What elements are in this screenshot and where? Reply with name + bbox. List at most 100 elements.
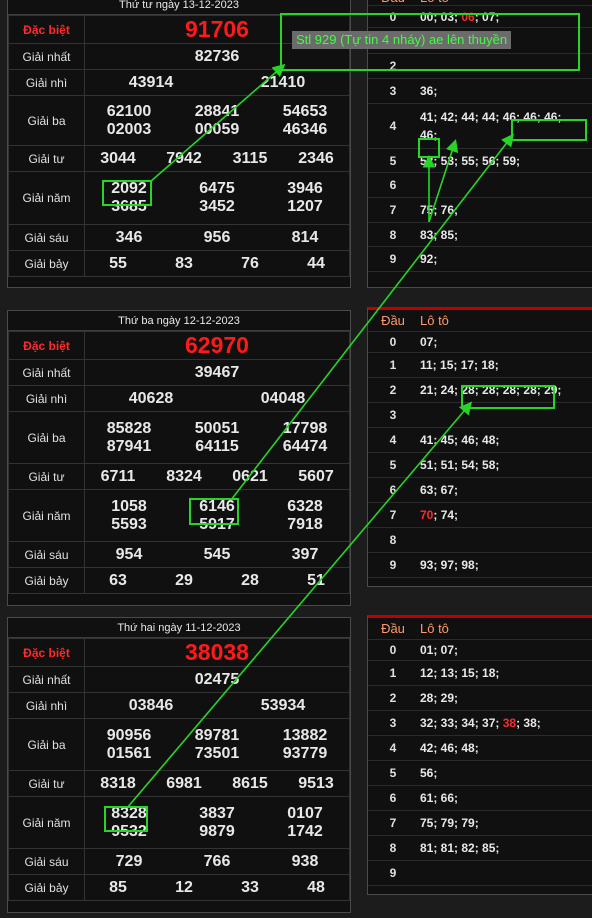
- prize-number: 766: [203, 852, 231, 870]
- highlight-box-8328: [104, 806, 148, 832]
- loto-number: 93; 97; 98;: [420, 558, 479, 572]
- loto-dau: 9: [389, 558, 397, 572]
- prize-number: 33: [241, 878, 259, 896]
- prize-label: Giải năm: [8, 796, 85, 849]
- loto-row-6: 6 63; 67;: [368, 478, 592, 503]
- prize-number: 02475: [194, 670, 240, 688]
- prize-number: 7918: [287, 515, 323, 533]
- prize-row-giai-nhi: Giải nhì 40628 04048: [8, 385, 350, 412]
- loto-values: 07;: [418, 335, 592, 349]
- prize-row-giai-nhi: Giải nhì 43914 21410: [8, 69, 350, 96]
- loto-number: 11; 15; 17; 18;: [420, 358, 499, 372]
- prize-number: 2346: [298, 149, 334, 167]
- loto-dau: 0: [389, 335, 397, 349]
- highlight-box-loto-46-line2: [418, 138, 440, 158]
- prize-number: 814: [291, 228, 319, 246]
- loto-dau: 7: [389, 508, 397, 522]
- prize-label: Giải nhất: [8, 359, 85, 386]
- prize-number: 8615: [232, 774, 268, 792]
- prize-number: 3837: [199, 804, 235, 822]
- loto-row-5: 5 51; 51; 54; 58;: [368, 453, 592, 478]
- results-table: Đặc biệt 38038 Giải nhất 02475 Giải nhì 03846…: [8, 638, 350, 901]
- prize-label: Giải sáu: [8, 541, 85, 568]
- highlight-box-2092: [102, 180, 152, 206]
- prize-number: 54653: [282, 102, 328, 120]
- prize-number: 44: [307, 254, 325, 272]
- prize-number: 03846: [128, 696, 174, 714]
- prize-number: 29: [175, 571, 193, 589]
- prize-number: 0621: [232, 467, 268, 485]
- loto-row-9: 9 93; 97; 98;: [368, 553, 592, 578]
- prize-row-giai-nam: Giải năm 8328 3837 0107 9532 9879 1742: [8, 796, 350, 849]
- annotation-box: Stl 929 (Tự tin 4 nháy) ae lên thuyền: [280, 13, 580, 71]
- results-panel-day2: Thứ ba ngày 12-12-2023 Đặc biệt 62970 Giải…: [7, 310, 351, 606]
- loto-dau: 4: [389, 741, 397, 755]
- prize-values: 346 956 814: [84, 224, 350, 251]
- prize-row-giai-ba: Giải ba 85828 50051 17798 87941 64115 64474: [8, 411, 350, 464]
- loto-header-loto: Lô tô: [420, 621, 449, 636]
- prize-values: 63 29 28 51: [84, 567, 350, 594]
- loto-row-0: 0 01; 07;: [368, 640, 592, 661]
- prize-label: Giải bảy: [8, 250, 85, 277]
- prize-number: 93779: [282, 744, 328, 762]
- prize-number: 5607: [298, 467, 334, 485]
- prize-number: 87941: [106, 437, 152, 455]
- prize-number: 83: [175, 254, 193, 272]
- prize-label: Giải bảy: [8, 567, 85, 594]
- loto-row-5: 5 52; 53; 55; 56; 59;: [368, 149, 592, 173]
- prize-row-giai-nhat: Giải nhất 39467: [8, 359, 350, 386]
- loto-row-3: 3 36;: [368, 79, 592, 104]
- prize-number: 76: [241, 254, 259, 272]
- prize-row-giai-tu: Giải tư 6711 8324 0621 5607: [8, 463, 350, 490]
- prize-label: Giải nhì: [8, 692, 85, 719]
- loto-number: 12; 13; 15; 18;: [420, 666, 500, 680]
- loto-dau: 9: [389, 866, 397, 880]
- prize-number: 01561: [106, 744, 152, 762]
- prize-row-giai-ba: Giải ba 90956 89781 13882 01561 73501 93779: [8, 718, 350, 771]
- prize-row-giai-nam: Giải năm 2092 6475 3946 3685 3452 1207: [8, 171, 350, 225]
- loto-number: 75; 79; 79;: [420, 816, 479, 830]
- loto-dau: 6: [389, 791, 397, 805]
- loto-row-6: 6 61; 66;: [368, 786, 592, 811]
- prize-values: 03846 53934: [84, 692, 350, 719]
- prize-values: 90956 89781 13882 01561 73501 93779: [84, 718, 350, 771]
- prize-number: 64115: [195, 437, 239, 455]
- loto-values: 41; 45; 46; 48;: [418, 433, 592, 447]
- loto-values: 52; 53; 55; 56; 59;: [418, 154, 592, 168]
- day-title: Thứ ba ngày 12-12-2023: [8, 311, 350, 331]
- loto-number: 42; 46; 48;: [420, 741, 479, 755]
- prize-number: 40628: [128, 389, 174, 407]
- loto-dau: 3: [389, 716, 397, 730]
- loto-values: 81; 81; 82; 85;: [418, 841, 592, 855]
- prize-number: 62100: [106, 102, 152, 120]
- prize-number: 13882: [282, 726, 328, 744]
- prize-number: 12: [175, 878, 193, 896]
- prize-values: 3044 7942 3115 2346: [84, 145, 350, 172]
- loto-dau: 8: [389, 533, 397, 547]
- prize-number: 8324: [166, 467, 202, 485]
- prize-number: 90956: [106, 726, 152, 744]
- loto-header: Đầu Lô tô: [368, 310, 592, 332]
- loto-row-8: 8 83; 85;: [368, 223, 592, 247]
- prize-number: 9513: [298, 774, 334, 792]
- loto-values: 75; 76;: [418, 203, 592, 217]
- prize-label: Giải ba: [8, 95, 85, 146]
- prize-number: 6475: [199, 180, 235, 197]
- loto-number: 32; 33; 34; 37;: [420, 716, 503, 730]
- loto-values: 32; 33; 34; 37; 38; 38;: [418, 716, 592, 730]
- loto-row-8: 8 81; 81; 82; 85;: [368, 836, 592, 861]
- loto-number: 61; 66;: [420, 791, 459, 805]
- loto-number: 75; 76;: [420, 203, 459, 217]
- loto-number: 63; 67;: [420, 483, 459, 497]
- loto-values: 51; 51; 54; 58;: [418, 458, 592, 472]
- prize-number: 73501: [194, 744, 240, 762]
- prize-number: 3946: [287, 180, 323, 197]
- loto-row-0: 0 07;: [368, 332, 592, 353]
- prize-row-giai-bay: Giải bảy 85 12 33 48: [8, 874, 350, 901]
- loto-dau: 6: [389, 483, 397, 497]
- prize-label: Giải nhì: [8, 69, 85, 96]
- prize-row-giai-tu: Giải tư 8318 6981 8615 9513: [8, 770, 350, 797]
- loto-dau: 4: [389, 433, 397, 447]
- highlight-box-loto-28: [461, 385, 555, 409]
- loto-dau: 1: [389, 358, 397, 372]
